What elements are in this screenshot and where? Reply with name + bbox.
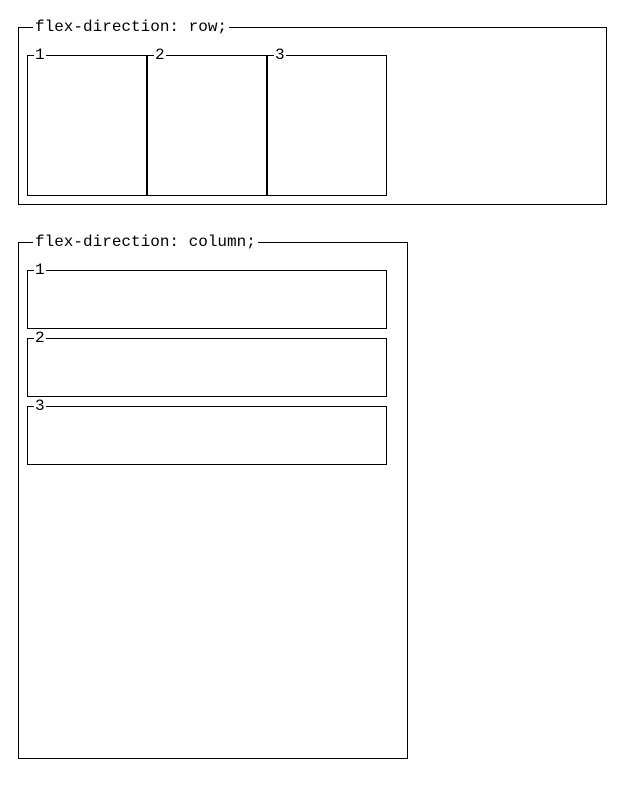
- flex-column-item-label: 1: [34, 261, 46, 279]
- flex-column-item: 3: [27, 397, 387, 465]
- flex-row-items: 1 2 3: [27, 46, 598, 196]
- flex-row-item-label: 3: [274, 46, 286, 64]
- flex-row-container: flex-direction: row; 1 2 3: [18, 18, 607, 205]
- flex-column-item-label: 2: [34, 329, 46, 347]
- flex-column-container: flex-direction: column; 1 2 3: [18, 233, 408, 759]
- flex-column-item-label: 3: [34, 397, 46, 415]
- flex-column-label: flex-direction: column;: [33, 233, 258, 251]
- flex-row-item: 3: [267, 46, 387, 196]
- flex-column-item: 2: [27, 329, 387, 397]
- flex-row-item: 2: [147, 46, 267, 196]
- flex-column-items: 1 2 3: [27, 261, 399, 465]
- flex-row-item: 1: [27, 46, 147, 196]
- flex-row-label: flex-direction: row;: [33, 18, 229, 36]
- flex-row-item-label: 1: [34, 46, 46, 64]
- flex-row-item-label: 2: [154, 46, 166, 64]
- flex-column-item: 1: [27, 261, 387, 329]
